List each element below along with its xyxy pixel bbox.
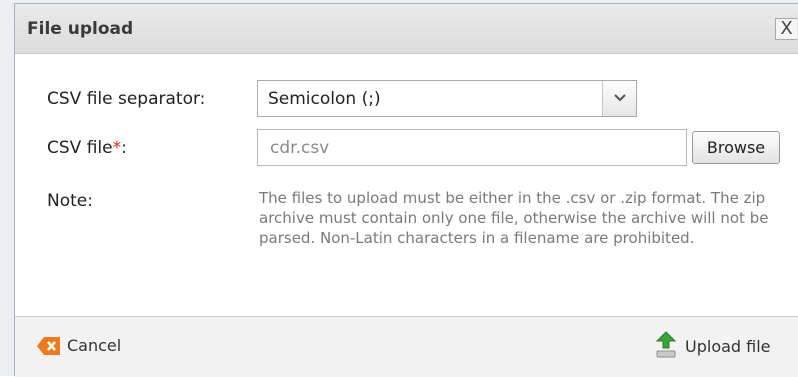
- cancel-x-icon: [37, 337, 60, 355]
- dialog-footer: Cancel Upload file: [15, 317, 798, 377]
- chevron-down-icon: [614, 94, 626, 102]
- csv-file-label-text: CSV file: [47, 138, 113, 158]
- file-upload-dialog: File upload X CSV file separator: Semico…: [14, 3, 798, 377]
- separator-select-value: Semicolon (;): [268, 89, 381, 109]
- upload-arrow-icon: [655, 331, 677, 358]
- required-mark: *: [112, 138, 122, 158]
- csv-file-label: CSV file*:: [47, 138, 127, 158]
- csv-file-label-colon: :: [121, 138, 127, 158]
- note-label: Note:: [47, 191, 93, 211]
- browse-button[interactable]: Browse: [692, 131, 780, 164]
- dialog-title: File upload: [27, 19, 134, 39]
- dialog-titlebar: File upload X: [15, 4, 798, 54]
- upload-file-button[interactable]: Upload file: [655, 331, 795, 361]
- csv-file-input[interactable]: cdr.csv: [257, 129, 687, 166]
- note-text: The files to upload must be either in th…: [259, 189, 769, 247]
- upload-file-label: Upload file: [685, 337, 771, 356]
- cancel-button-label: Cancel: [67, 336, 122, 355]
- close-button[interactable]: X: [775, 18, 797, 40]
- dialog-body: CSV file separator: Semicolon (;) CSV fi…: [15, 54, 798, 317]
- dropdown-arrow-button[interactable]: [602, 81, 636, 116]
- separator-label: CSV file separator:: [47, 89, 206, 109]
- separator-select[interactable]: Semicolon (;): [257, 80, 637, 117]
- close-icon: X: [780, 18, 793, 39]
